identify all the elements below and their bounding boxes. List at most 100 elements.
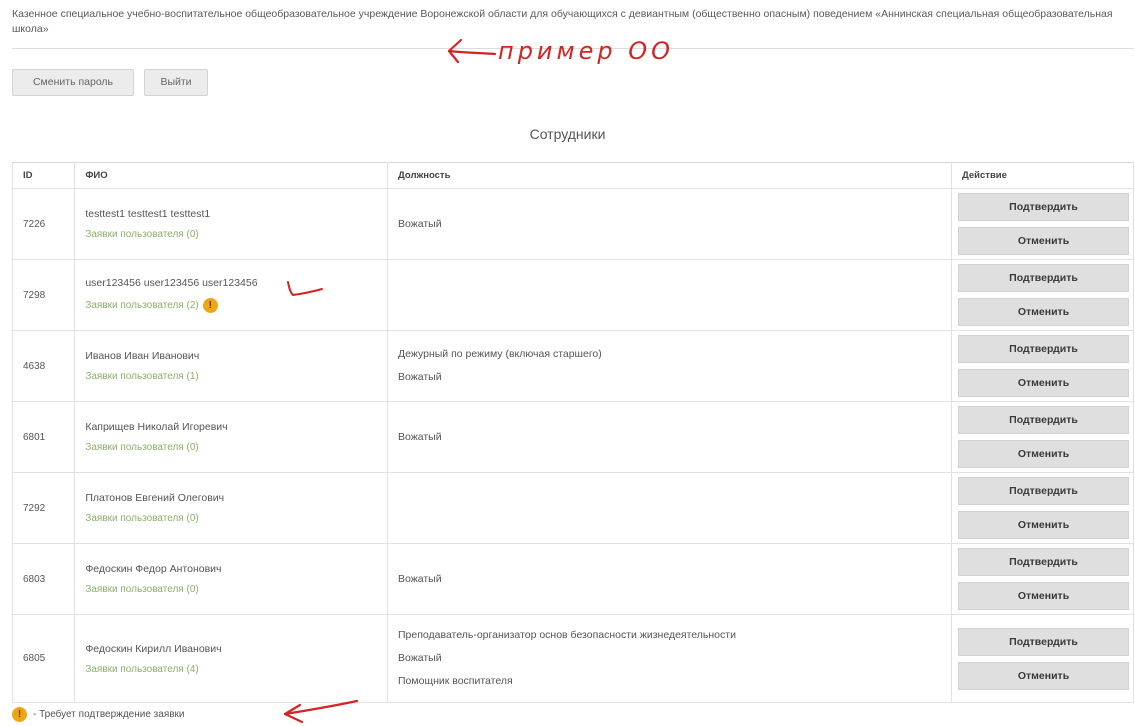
user-requests-link[interactable]: Заявки пользователя (4)	[85, 664, 198, 675]
logout-button[interactable]: Выйти	[144, 69, 208, 96]
table-row: 6805 Федоскин Кирилл Иванович Заявки польз…	[11, 614, 1134, 703]
position-item: Вожатый	[398, 430, 442, 443]
user-requests-label: Заявки пользователя (0)	[85, 513, 199, 524]
confirm-button[interactable]: Подтвердить	[958, 193, 1129, 221]
reject-button[interactable]: Отменить	[958, 511, 1129, 539]
action-buttons: Подтвердить Отменить	[952, 544, 1133, 614]
confirm-button[interactable]: Подтвердить	[958, 264, 1129, 292]
handwritten-arrow-icon	[447, 38, 497, 64]
cell-name: Иванов Иван Иванович Заявки пользователя …	[74, 330, 388, 402]
table-row: 7226 testtest1 testtest1 testtest1 Заявки …	[11, 188, 1134, 260]
cell-id: 6805	[11, 614, 76, 703]
cell-action: Подтвердить Отменить	[951, 188, 1134, 260]
reject-button[interactable]: Отменить	[958, 227, 1129, 255]
cell-id: 7298	[11, 259, 76, 331]
user-requests-link[interactable]: Заявки пользователя (0)	[85, 584, 198, 595]
cell-position: Вожатый	[386, 188, 953, 260]
staff-table: ID ФИО Должность Действие 7226 testtest1 …	[11, 162, 1134, 703]
employee-name: Каприщев Николай Игоревич	[85, 421, 228, 433]
cell-position	[386, 472, 953, 544]
confirm-button[interactable]: Подтвердить	[958, 548, 1129, 576]
cell-action: Подтвердить Отменить	[951, 330, 1134, 402]
reject-button[interactable]: Отменить	[958, 582, 1129, 610]
table-header-row: ID ФИО Должность Действие	[11, 162, 1134, 189]
action-buttons: Подтвердить Отменить	[952, 624, 1133, 694]
cell-position: Вожатый	[386, 543, 953, 615]
user-requests-link[interactable]: Заявки пользователя (0)	[85, 229, 198, 240]
cell-id: 7292	[11, 472, 76, 544]
cell-position: Преподаватель-организатор основ безопасн…	[386, 614, 953, 703]
organization-name: Казенное специальное учебно-воспитательн…	[12, 8, 1113, 35]
position-item: Вожатый	[398, 371, 442, 383]
table-row: 7298 user123456 user123456 user123456 Заяв…	[11, 259, 1134, 331]
cell-name: Федоскин Федор Антонович Заявки пользоват…	[74, 543, 388, 615]
cell-position	[386, 259, 953, 331]
cell-id: 6801	[11, 401, 76, 473]
position-item: Вожатый	[398, 652, 442, 664]
employee-name: Иванов Иван Иванович	[85, 350, 200, 362]
user-requests-link[interactable]: Заявки пользователя (2)!	[85, 298, 218, 313]
action-buttons: Подтвердить Отменить	[952, 331, 1133, 401]
user-requests-label: Заявки пользователя (0)	[85, 442, 199, 453]
user-requests-label: Заявки пользователя (1)	[85, 371, 199, 382]
user-requests-label: Заявки пользователя (2)	[85, 300, 199, 311]
cell-action: Подтвердить Отменить	[951, 614, 1134, 703]
cell-action: Подтвердить Отменить	[951, 259, 1134, 331]
action-buttons: Подтвердить Отменить	[952, 402, 1133, 472]
employee-name: Федоскин Кирилл Иванович	[85, 642, 222, 655]
cell-name: Федоскин Кирилл Иванович Заявки пользоват…	[74, 614, 388, 703]
table-row: 4638 Иванов Иван Иванович Заявки пользоват…	[11, 330, 1134, 402]
employee-name: user123456 user123456 user123456	[85, 277, 258, 289]
reject-button[interactable]: Отменить	[958, 661, 1129, 690]
confirm-button[interactable]: Подтвердить	[958, 406, 1129, 434]
position-item: Вожатый	[398, 572, 442, 585]
change-password-button[interactable]: Сменить пароль	[12, 69, 134, 96]
table-row: 6803 Федоскин Федор Антонович Заявки польз…	[11, 543, 1134, 615]
column-header-name: ФИО	[74, 162, 388, 189]
column-header-action: Действие	[951, 162, 1134, 189]
table-row: 7292 Платонов Евгений Олегович Заявки поль…	[11, 472, 1134, 544]
reject-button[interactable]: Отменить	[958, 369, 1129, 397]
action-buttons: Подтвердить Отменить	[952, 260, 1133, 330]
action-buttons: Подтвердить Отменить	[952, 189, 1133, 259]
position-item: Преподаватель-организатор основ безопасн…	[398, 629, 736, 641]
reject-button[interactable]: Отменить	[958, 440, 1129, 468]
confirm-button[interactable]: Подтвердить	[958, 627, 1129, 656]
cell-position: Вожатый	[386, 401, 953, 473]
cell-action: Подтвердить Отменить	[951, 472, 1134, 544]
employee-name: Платонов Евгений Олегович	[85, 492, 225, 504]
user-requests-label: Заявки пользователя (0)	[85, 584, 199, 595]
position-item: Вожатый	[398, 217, 442, 230]
cell-id: 6803	[11, 543, 76, 615]
user-requests-link[interactable]: Заявки пользователя (0)	[85, 442, 198, 453]
cell-name: Каприщев Николай Игоревич Заявки пользова…	[74, 401, 388, 473]
confirm-button[interactable]: Подтвердить	[958, 477, 1129, 505]
user-requests-link[interactable]: Заявки пользователя (1)	[85, 371, 198, 382]
cell-name: testtest1 testtest1 testtest1 Заявки поль…	[74, 188, 388, 260]
handwritten-note: пример ОО	[498, 37, 675, 65]
cell-action: Подтвердить Отменить	[951, 543, 1134, 615]
cell-id: 4638	[11, 330, 76, 402]
action-buttons: Подтвердить Отменить	[952, 473, 1133, 543]
warning-badge-icon: !	[202, 298, 218, 313]
table-row: 6801 Каприщев Николай Игоревич Заявки поль…	[11, 401, 1134, 473]
position-item: Помощник воспитателя	[398, 675, 513, 687]
cell-action: Подтвердить Отменить	[951, 401, 1134, 473]
account-toolbar: Сменить пароль Выйти	[12, 69, 208, 96]
warning-badge-icon: !	[12, 707, 27, 722]
user-requests-label: Заявки пользователя (4)	[85, 663, 199, 675]
user-requests-label: Заявки пользователя (0)	[85, 229, 199, 240]
position-item: Дежурный по режиму (включая старшего)	[398, 348, 602, 360]
cell-name: user123456 user123456 user123456 Заявки п…	[74, 259, 388, 331]
user-requests-link[interactable]: Заявки пользователя (0)	[85, 513, 198, 524]
column-header-position: Должность	[386, 162, 953, 189]
cell-id: 7226	[11, 188, 76, 260]
legend-text: - Требует подтверждение заявки	[33, 709, 185, 720]
confirm-button[interactable]: Подтвердить	[958, 335, 1129, 363]
legend: ! - Требует подтверждение заявки	[12, 707, 185, 722]
cell-name: Платонов Евгений Олегович Заявки пользова…	[74, 472, 388, 544]
employee-name: Федоскин Федор Антонович	[85, 563, 222, 575]
reject-button[interactable]: Отменить	[958, 298, 1129, 326]
column-header-id: ID	[11, 162, 76, 189]
cell-position: Дежурный по режиму (включая старшего) Вож…	[386, 330, 953, 402]
